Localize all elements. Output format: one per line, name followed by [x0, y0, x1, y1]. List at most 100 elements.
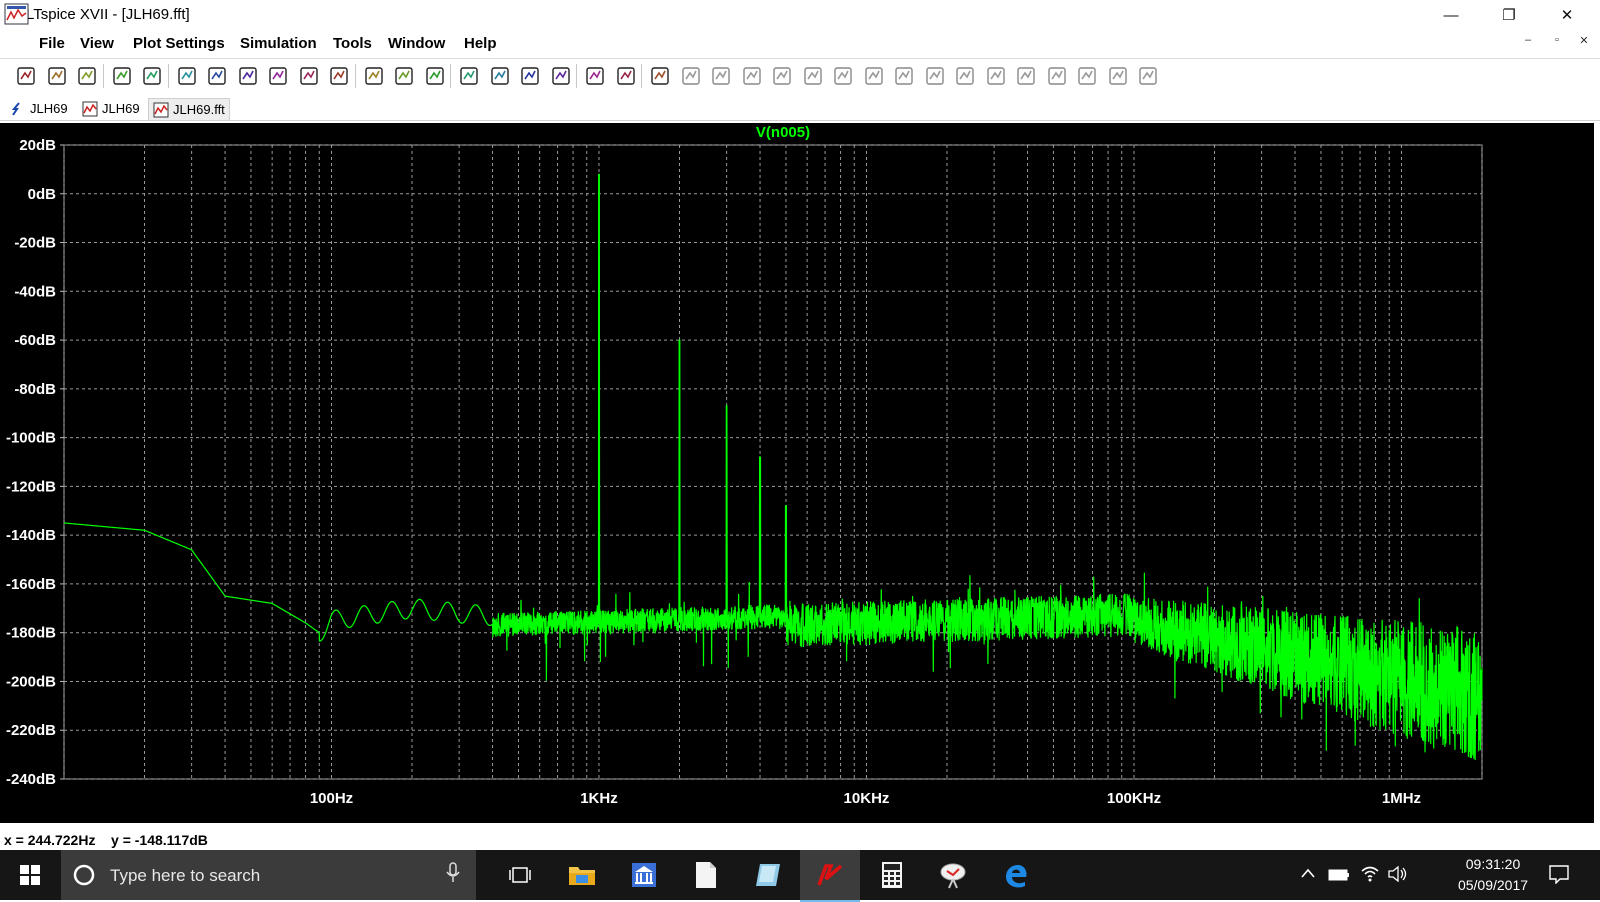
y-tick-label: -160dB: [6, 576, 56, 593]
menu-file[interactable]: File: [39, 35, 65, 52]
redo-icon[interactable]: [1013, 62, 1039, 90]
menu-simulation[interactable]: Simulation: [240, 35, 317, 52]
menu-plot-settings[interactable]: Plot Settings: [133, 35, 225, 52]
ground-icon[interactable]: [708, 62, 734, 90]
tab-label: JLH69.fft: [173, 102, 225, 117]
diode-icon[interactable]: [861, 62, 887, 90]
y-tick-label: -80dB: [14, 381, 56, 398]
find-icon[interactable]: [582, 62, 608, 90]
blank-document-icon: [696, 862, 716, 888]
mdi-restore-button[interactable]: ▫: [1545, 34, 1569, 54]
new-schematic-icon[interactable]: [13, 62, 39, 90]
zoom-in-icon[interactable]: [204, 62, 230, 90]
tile-horizontal-icon[interactable]: [391, 62, 417, 90]
y-tick-label: -140dB: [6, 527, 56, 544]
glass-app-button[interactable]: [738, 850, 798, 900]
fft-icon: [153, 102, 169, 117]
task-view-icon: [509, 867, 531, 883]
y-tick-label: -220dB: [6, 722, 56, 739]
control-panel-icon[interactable]: [109, 62, 135, 90]
resistor-icon[interactable]: [769, 62, 795, 90]
title-bar: [0, 0, 1600, 30]
toolbar-separator: [576, 64, 577, 88]
folder-icon: [569, 867, 595, 885]
autorange-icon[interactable]: [326, 62, 352, 90]
ltspice-taskbar-button[interactable]: [800, 850, 860, 902]
draw-wire-icon[interactable]: [678, 62, 704, 90]
menu-window[interactable]: Window: [388, 35, 445, 52]
mdi-close-button[interactable]: ✕: [1572, 34, 1596, 54]
rotate-icon[interactable]: [1044, 62, 1070, 90]
zoom-area-icon[interactable]: [235, 62, 261, 90]
trace-label[interactable]: V(n005): [756, 124, 810, 141]
calculator-button[interactable]: [862, 850, 922, 900]
toolbar-separator: [167, 64, 169, 88]
cursor-readout: x = 244.722Hz y = -148.117dB: [4, 832, 208, 848]
windows-logo-icon: [20, 865, 40, 885]
halt-icon[interactable]: [174, 62, 200, 90]
drag-icon[interactable]: [952, 62, 978, 90]
x-tick-label: 1KHz: [580, 790, 618, 807]
tab-fft[interactable]: JLH69.fft: [148, 98, 230, 120]
zoom-out-icon[interactable]: [265, 62, 291, 90]
run-icon[interactable]: [139, 62, 165, 90]
plot-setup-icon[interactable]: [361, 62, 387, 90]
cut-icon[interactable]: [487, 62, 513, 90]
minimize-button[interactable]: —: [1428, 0, 1474, 30]
show-hidden-icons-chevron-icon[interactable]: [1300, 866, 1316, 884]
action-center-icon[interactable]: [1548, 864, 1570, 889]
file-explorer-button[interactable]: [552, 850, 612, 900]
library-app-button[interactable]: [614, 850, 674, 900]
undo-icon[interactable]: [983, 62, 1009, 90]
mdi-minimize-button[interactable]: –: [1516, 34, 1540, 54]
wifi-icon[interactable]: [1360, 864, 1380, 887]
cascade-icon[interactable]: [456, 62, 482, 90]
save-icon[interactable]: [74, 62, 100, 90]
edge-browser-button[interactable]: [986, 850, 1046, 900]
y-tick-label: -40dB: [14, 283, 56, 300]
document-app-button[interactable]: [676, 850, 736, 900]
component-icon[interactable]: [891, 62, 917, 90]
satellite-dish-icon: [940, 863, 966, 889]
document-tab-bar: [0, 96, 1600, 121]
volume-icon[interactable]: [1388, 865, 1408, 887]
capacitor-icon[interactable]: [800, 62, 826, 90]
building-icon: [632, 863, 656, 887]
satellite-app-button[interactable]: [924, 850, 984, 900]
y-tick-label: 20dB: [19, 137, 56, 154]
y-tick-label: -100dB: [6, 430, 56, 447]
print-setup-icon[interactable]: [647, 62, 673, 90]
print-icon[interactable]: [613, 62, 639, 90]
x-tick-label: 100Hz: [310, 790, 353, 807]
spice-directive-icon[interactable]: [1135, 62, 1161, 90]
microphone-icon[interactable]: [446, 862, 460, 889]
fft-trace-line[interactable]: [64, 173, 1483, 761]
axis-labels: 20dB 0dB -20dB -40dB -60dB -80dB -100dB -120dB -…: [6, 137, 1421, 807]
move-icon[interactable]: [922, 62, 948, 90]
mirror-icon[interactable]: [1074, 62, 1100, 90]
tab-waveform[interactable]: JLH69: [78, 98, 144, 119]
toolbar-separator: [450, 64, 451, 88]
x-tick-label: 1MHz: [1382, 790, 1421, 807]
zoom-full-icon[interactable]: [296, 62, 322, 90]
menu-tools[interactable]: Tools: [333, 35, 372, 52]
text-icon[interactable]: [1105, 62, 1131, 90]
fft-plot[interactable]: 20dB 0dB -20dB -40dB -60dB -80dB -100dB -120dB -…: [0, 123, 1594, 823]
document-system-menu-icon[interactable]: [4, 2, 30, 26]
restore-button[interactable]: ❐: [1486, 0, 1532, 30]
tab-schematic[interactable]: JLH69: [6, 98, 72, 119]
clock-date[interactable]: 05/09/2017: [1448, 877, 1538, 893]
copy-icon[interactable]: [517, 62, 543, 90]
windows-start-button[interactable]: [0, 850, 60, 900]
clock-time[interactable]: 09:31:20: [1458, 856, 1528, 872]
label-net-icon[interactable]: [739, 62, 765, 90]
open-icon[interactable]: [44, 62, 70, 90]
inductor-icon[interactable]: [830, 62, 856, 90]
tile-vertical-icon[interactable]: [422, 62, 448, 90]
battery-icon[interactable]: [1328, 868, 1350, 887]
menu-view[interactable]: View: [80, 35, 114, 52]
paste-icon[interactable]: [548, 62, 574, 90]
close-button[interactable]: ✕: [1544, 0, 1590, 30]
task-view-button[interactable]: [490, 850, 550, 900]
menu-help[interactable]: Help: [464, 35, 497, 52]
